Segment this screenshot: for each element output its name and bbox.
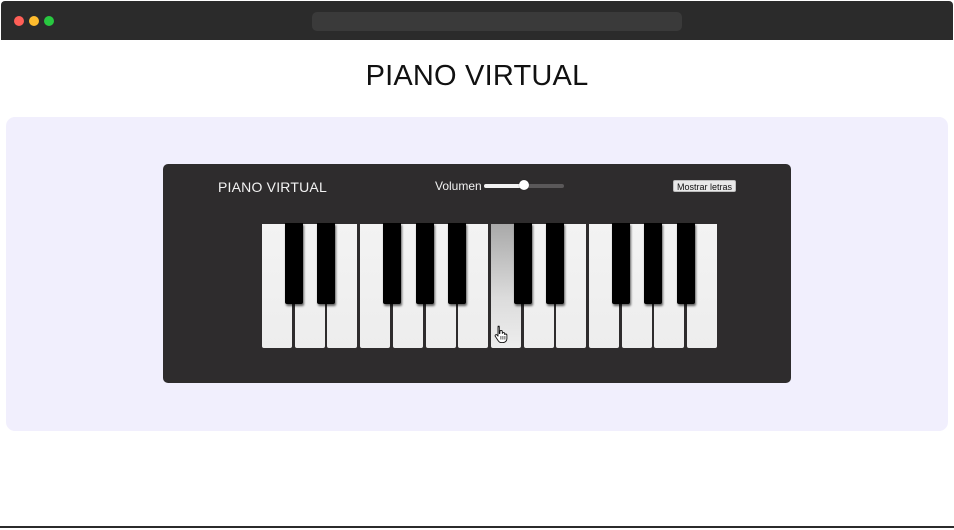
- minimize-window-button[interactable]: [29, 16, 39, 26]
- volume-slider-thumb[interactable]: [518, 180, 529, 190]
- black-key[interactable]: [448, 223, 466, 304]
- black-key[interactable]: [317, 223, 335, 304]
- piano-panel: PIANO VIRTUAL Volumen Mostrar letras: [163, 164, 791, 383]
- volume-slider[interactable]: [483, 180, 564, 192]
- black-key[interactable]: [612, 223, 630, 304]
- maximize-window-button[interactable]: [44, 16, 54, 26]
- black-key[interactable]: [514, 223, 532, 304]
- volume-label: Volumen: [435, 179, 482, 193]
- page-title: PIANO VIRTUAL: [365, 60, 589, 92]
- black-key[interactable]: [383, 223, 401, 304]
- close-window-button[interactable]: [14, 16, 24, 26]
- window-bottom-edge: [0, 526, 954, 528]
- black-key[interactable]: [285, 223, 303, 304]
- browser-window: PIANO VIRTUAL PIANO VIRTUAL Volumen Most…: [0, 0, 954, 530]
- black-key[interactable]: [644, 223, 662, 304]
- address-bar[interactable]: [312, 12, 682, 31]
- volume-control: Volumen: [435, 179, 564, 193]
- volume-slider-fill: [483, 184, 524, 188]
- title-bar: [1, 1, 953, 40]
- piano-keyboard: [261, 223, 719, 350]
- black-key[interactable]: [677, 223, 695, 304]
- piano-title: PIANO VIRTUAL: [218, 179, 327, 195]
- hand-pointer-icon: [494, 325, 508, 343]
- show-letters-button[interactable]: Mostrar letras: [673, 180, 737, 192]
- black-key[interactable]: [546, 223, 564, 304]
- black-key[interactable]: [416, 223, 434, 304]
